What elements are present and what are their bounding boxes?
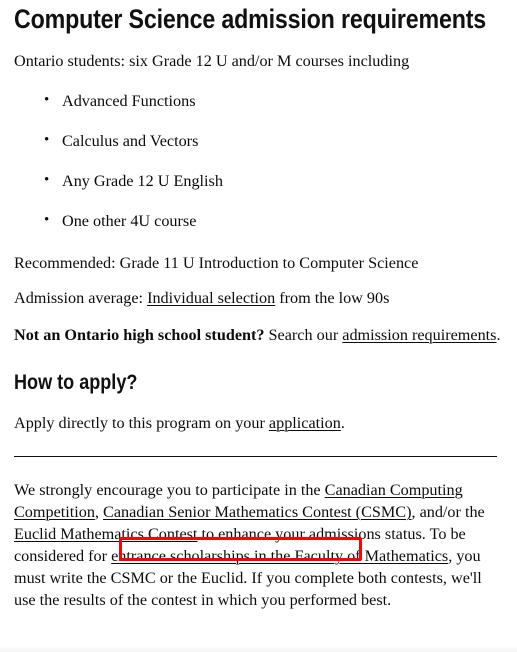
admission-average-label: Admission average: [14,289,148,307]
how-to-apply-heading: How to apply? [14,371,138,394]
requirements-list: Advanced Functions Calculus and Vectors … [14,89,503,232]
page-title: Computer Science admission requirements [14,4,487,34]
euclid-mathematics-contest-link[interactable]: Euclid Mathematics Contest [14,525,197,543]
intro-paragraph: Ontario students: six Grade 12 U and/or … [14,52,410,70]
not-ontario-suffix: . [496,326,501,344]
admission-requirements-link[interactable]: admission requirements [342,326,496,344]
list-item-label: Advanced Functions [62,92,196,110]
contests-part3: , and/or the [411,503,485,521]
contests-paragraph: We strongly encourage you to participate… [14,479,503,611]
page-bottom-edge [0,646,517,652]
apply-text-after: . [340,414,345,432]
entrance-scholarships-link[interactable]: entrance scholarships in the Faculty of … [111,547,448,565]
admission-average-suffix: from the low 90s [275,289,390,307]
not-ontario-lead: Not an Ontario high school student? [14,326,265,344]
list-item-label: Any Grade 12 U English [62,172,223,190]
individual-selection-link[interactable]: Individual selection [147,289,275,307]
document-page: Computer Science admission requirements … [0,0,517,652]
list-item-label: Calculus and Vectors [62,132,199,150]
application-link[interactable]: application [269,414,341,432]
list-item: One other 4U course [44,209,503,232]
list-item: Calculus and Vectors [44,129,503,152]
contests-part1: We strongly encourage you to participate… [14,481,325,499]
not-ontario-paragraph: Not an Ontario high school student? Sear… [14,324,503,346]
apply-text-before: Apply directly to this program on your [14,414,269,432]
contests-part2: , [94,503,104,521]
admission-average-paragraph: Admission average: Individual selection … [14,287,503,309]
list-item-label: One other 4U course [62,212,197,230]
recommended-paragraph: Recommended: Grade 11 U Introduction to … [14,254,419,272]
not-ontario-middle: Search our [264,326,343,344]
apply-paragraph: Apply directly to this program on your a… [14,412,503,434]
list-item: Advanced Functions [44,89,503,112]
canadian-senior-mathematics-contest-link[interactable]: Canadian Senior Mathematics Contest (CSM… [103,503,411,521]
list-item: Any Grade 12 U English [44,169,503,192]
